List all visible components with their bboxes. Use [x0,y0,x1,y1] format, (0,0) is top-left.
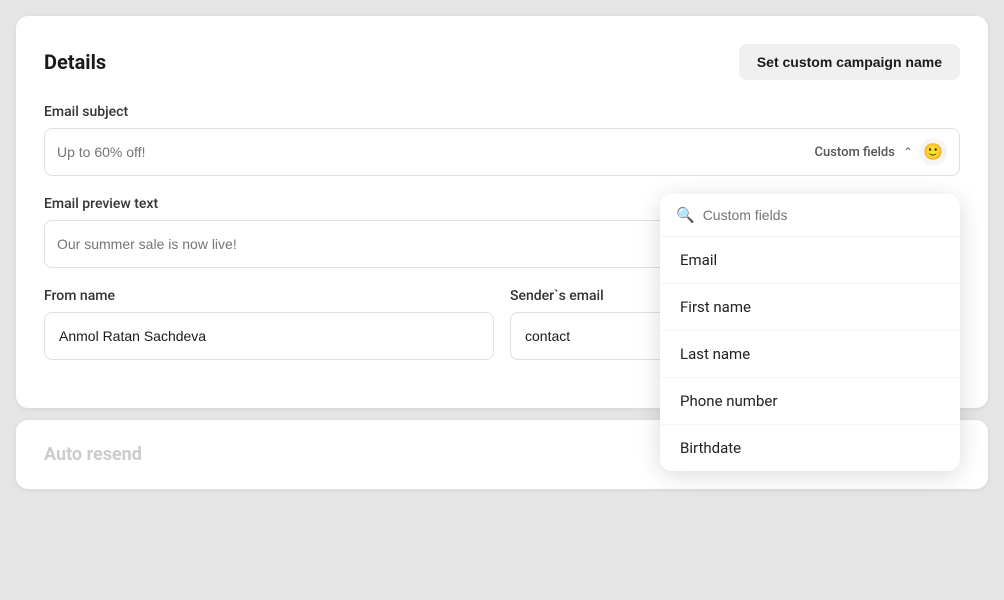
chevron-up-icon: ⌃ [903,145,913,159]
dropdown-item-firstname[interactable]: First name [660,284,960,331]
emoji-icon-subject: 🙂 [923,142,943,162]
search-icon: 🔍 [676,206,695,224]
from-name-label: From name [44,288,494,304]
auto-resend-title: Auto resend [44,444,142,465]
email-subject-label: Email subject [44,104,960,120]
page-wrapper: Details Set custom campaign name Email s… [0,0,1004,600]
email-subject-input[interactable] [57,144,815,160]
email-subject-input-wrapper: Custom fields ⌃ 🙂 [44,128,960,176]
custom-fields-trigger[interactable]: Custom fields ⌃ [815,145,913,160]
dropdown-item-lastname[interactable]: Last name [660,331,960,378]
emoji-button-subject[interactable]: 🙂 [919,138,947,166]
card-header: Details Set custom campaign name [44,44,960,80]
custom-fields-label: Custom fields [815,145,895,160]
dropdown-item-phone[interactable]: Phone number [660,378,960,425]
dropdown-item-birthdate[interactable]: Birthdate [660,425,960,471]
email-subject-section: Email subject Custom fields ⌃ 🙂 [44,104,960,176]
details-card: Details Set custom campaign name Email s… [16,16,988,408]
dropdown-search-input[interactable] [703,207,944,223]
set-custom-campaign-button[interactable]: Set custom campaign name [739,44,960,80]
custom-fields-dropdown: 🔍 Email First name Last name Phone numbe… [660,194,960,471]
card-title: Details [44,50,106,74]
from-name-input[interactable] [44,312,494,360]
from-name-section: From name [44,288,494,360]
dropdown-search-wrapper: 🔍 [660,194,960,237]
dropdown-item-email[interactable]: Email [660,237,960,284]
